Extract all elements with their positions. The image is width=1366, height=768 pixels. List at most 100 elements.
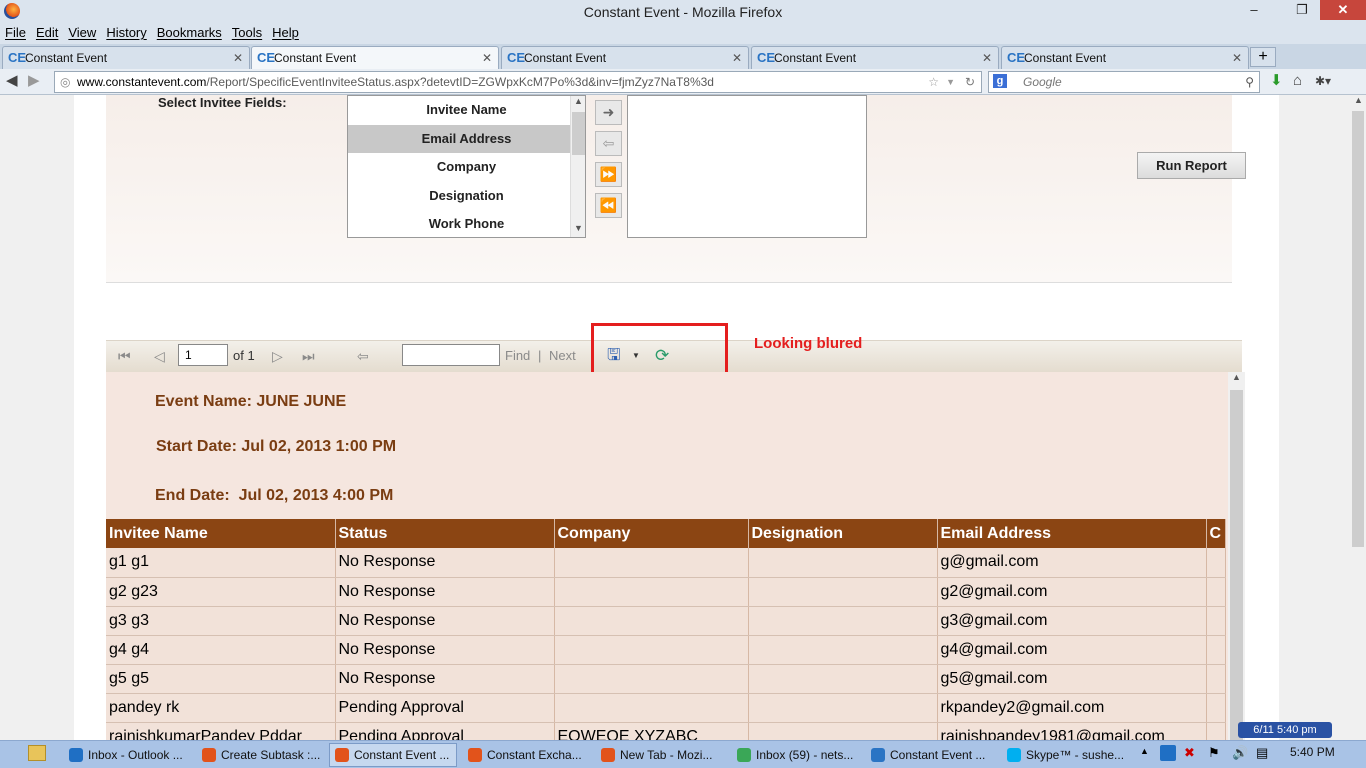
- google-icon: g: [993, 74, 1007, 88]
- find-link[interactable]: Find: [505, 341, 530, 371]
- table-cell: [1206, 693, 1226, 723]
- list-item-selected[interactable]: Email Address: [348, 124, 585, 153]
- table-cell: No Response: [335, 577, 555, 607]
- next-page-icon[interactable]: ▷: [272, 341, 283, 371]
- column-header: Invitee Name: [106, 519, 336, 548]
- home-icon[interactable]: ⌂: [1293, 71, 1302, 91]
- taskbar-item[interactable]: Skype™ - sushe...: [1001, 743, 1129, 767]
- menu-file[interactable]: File: [0, 24, 31, 42]
- url-bar[interactable]: ◎ www.constantevent.com/Report/SpecificE…: [54, 71, 982, 93]
- outlook-tray-icon[interactable]: [1160, 745, 1176, 761]
- select-fields-label: Select Invitee Fields:: [158, 95, 287, 110]
- menu-bookmarks[interactable]: Bookmarks: [152, 24, 227, 42]
- table-cell: [554, 664, 749, 694]
- scroll-up-icon[interactable]: ▲: [1354, 95, 1363, 105]
- close-tab-icon[interactable]: ✕: [982, 47, 992, 69]
- browser-tab[interactable]: CE Constant Event ✕: [1001, 46, 1249, 69]
- page-scrollbar[interactable]: ▲: [1350, 95, 1366, 740]
- list-item[interactable]: Invitee Name: [348, 96, 585, 125]
- list-item[interactable]: Company: [348, 153, 585, 182]
- taskbar-item[interactable]: Create Subtask :...: [196, 743, 324, 767]
- menu-history[interactable]: History: [101, 24, 151, 42]
- table-cell: EQWEQE XYZABC: [554, 722, 749, 740]
- move-left-button[interactable]: ⇦: [595, 131, 622, 156]
- search-icon[interactable]: ⚲: [1245, 72, 1254, 92]
- show-hidden-icons-icon[interactable]: ▲: [1140, 746, 1149, 756]
- dropdown-icon[interactable]: ▼: [946, 72, 955, 92]
- scroll-thumb[interactable]: [1230, 390, 1243, 740]
- bookmark-star-icon[interactable]: ☆: [928, 72, 939, 92]
- new-tab-button[interactable]: +: [1250, 47, 1276, 67]
- close-window-button[interactable]: ✕: [1320, 0, 1366, 20]
- annotation-text: Looking blured: [754, 335, 863, 352]
- column-header: Status: [335, 519, 555, 548]
- browser-tab-active[interactable]: CE Constant Event ✕: [251, 46, 499, 69]
- maximize-button[interactable]: ❐: [1286, 0, 1318, 20]
- taskbar-item[interactable]: Inbox (59) - nets...: [731, 743, 859, 767]
- browser-tab[interactable]: CE Constant Event ✕: [501, 46, 749, 69]
- close-tab-icon[interactable]: ✕: [1232, 47, 1242, 69]
- scroll-down-icon[interactable]: ▼: [574, 223, 583, 233]
- table-cell: [554, 606, 749, 636]
- last-page-icon[interactable]: ⏭: [302, 341, 315, 371]
- browser-tab[interactable]: CE Constant Event ✕: [2, 46, 250, 69]
- back-icon[interactable]: ◀: [6, 71, 18, 91]
- find-input[interactable]: [402, 344, 500, 366]
- find-next-link[interactable]: Next: [549, 341, 576, 371]
- taskbar-item[interactable]: Constant Excha...: [462, 743, 590, 767]
- find-separator: |: [538, 348, 542, 363]
- report-scrollbar[interactable]: ▲: [1228, 372, 1245, 740]
- ce-favicon-icon: CE: [1007, 50, 1026, 65]
- list-item[interactable]: Designation: [348, 182, 585, 211]
- menu-view[interactable]: View: [63, 24, 101, 42]
- table-row: g1 g1 No Response g@gmail.com: [106, 548, 1226, 578]
- menu-edit[interactable]: Edit: [31, 24, 63, 42]
- move-all-right-button[interactable]: ⏩: [595, 162, 622, 187]
- taskbar-clock[interactable]: 5:40 PM: [1290, 745, 1335, 759]
- browser-tab[interactable]: CE Constant Event ✕: [751, 46, 999, 69]
- list-item[interactable]: Work Phone: [348, 210, 585, 239]
- download-icon[interactable]: ⬇: [1270, 71, 1283, 91]
- column-header: Designation: [748, 519, 938, 548]
- taskbar-item[interactable]: Constant Event ...: [865, 743, 993, 767]
- scroll-thumb[interactable]: [572, 112, 585, 155]
- scroll-up-icon[interactable]: ▲: [1232, 372, 1241, 382]
- listbox-scrollbar[interactable]: ▲ ▼: [570, 96, 585, 237]
- first-page-icon[interactable]: ⏮: [118, 341, 131, 371]
- previous-page-icon[interactable]: ◁: [154, 341, 165, 371]
- addon-icon[interactable]: ✱▾: [1315, 71, 1331, 91]
- close-tab-icon[interactable]: ✕: [233, 47, 243, 69]
- tab-bar: CE Constant Event ✕ CE Constant Event ✕ CE Co…: [0, 44, 1366, 69]
- forward-icon[interactable]: ▶: [28, 71, 40, 91]
- table-row: rajnishkumarPandey Pddar Pending Approval…: [106, 722, 1226, 740]
- scroll-up-icon[interactable]: ▲: [574, 96, 583, 106]
- move-right-button[interactable]: ➜: [595, 100, 622, 125]
- run-report-button[interactable]: Run Report: [1137, 152, 1246, 179]
- move-all-left-button[interactable]: ⏪: [595, 193, 622, 218]
- action-center-icon[interactable]: ⚑: [1208, 745, 1220, 761]
- minimize-button[interactable]: –: [1238, 0, 1270, 20]
- table-cell: g4@gmail.com: [937, 635, 1207, 665]
- page-number-input[interactable]: 1: [178, 344, 228, 366]
- close-tab-icon[interactable]: ✕: [732, 47, 742, 69]
- menu-tools[interactable]: Tools: [227, 24, 267, 42]
- taskbar-item[interactable]: New Tab - Mozi...: [595, 743, 723, 767]
- file-explorer-icon[interactable]: [28, 745, 46, 761]
- table-cell: [748, 548, 938, 578]
- firefox-icon: [601, 748, 615, 762]
- search-field[interactable]: g Google ⚲: [988, 71, 1260, 93]
- network-tray-icon[interactable]: ✖: [1184, 745, 1195, 761]
- network-icon[interactable]: ▤: [1256, 745, 1268, 761]
- close-tab-icon[interactable]: ✕: [482, 47, 492, 69]
- fields-listbox[interactable]: Invitee Name Email Address Company Desig…: [347, 95, 586, 238]
- table-row: g4 g4 No Response g4@gmail.com: [106, 635, 1226, 665]
- back-to-parent-icon[interactable]: ⇦: [357, 341, 369, 371]
- taskbar-item[interactable]: Inbox - Outlook ...: [63, 743, 191, 767]
- reload-icon[interactable]: ↻: [965, 72, 975, 92]
- url-host: www.constantevent.com: [77, 75, 207, 89]
- menu-help[interactable]: Help: [267, 24, 304, 42]
- scroll-thumb[interactable]: [1352, 111, 1364, 547]
- selected-fields-listbox[interactable]: [627, 95, 867, 238]
- volume-icon[interactable]: 🔊: [1232, 745, 1248, 761]
- taskbar-item-active[interactable]: Constant Event ...: [329, 743, 457, 767]
